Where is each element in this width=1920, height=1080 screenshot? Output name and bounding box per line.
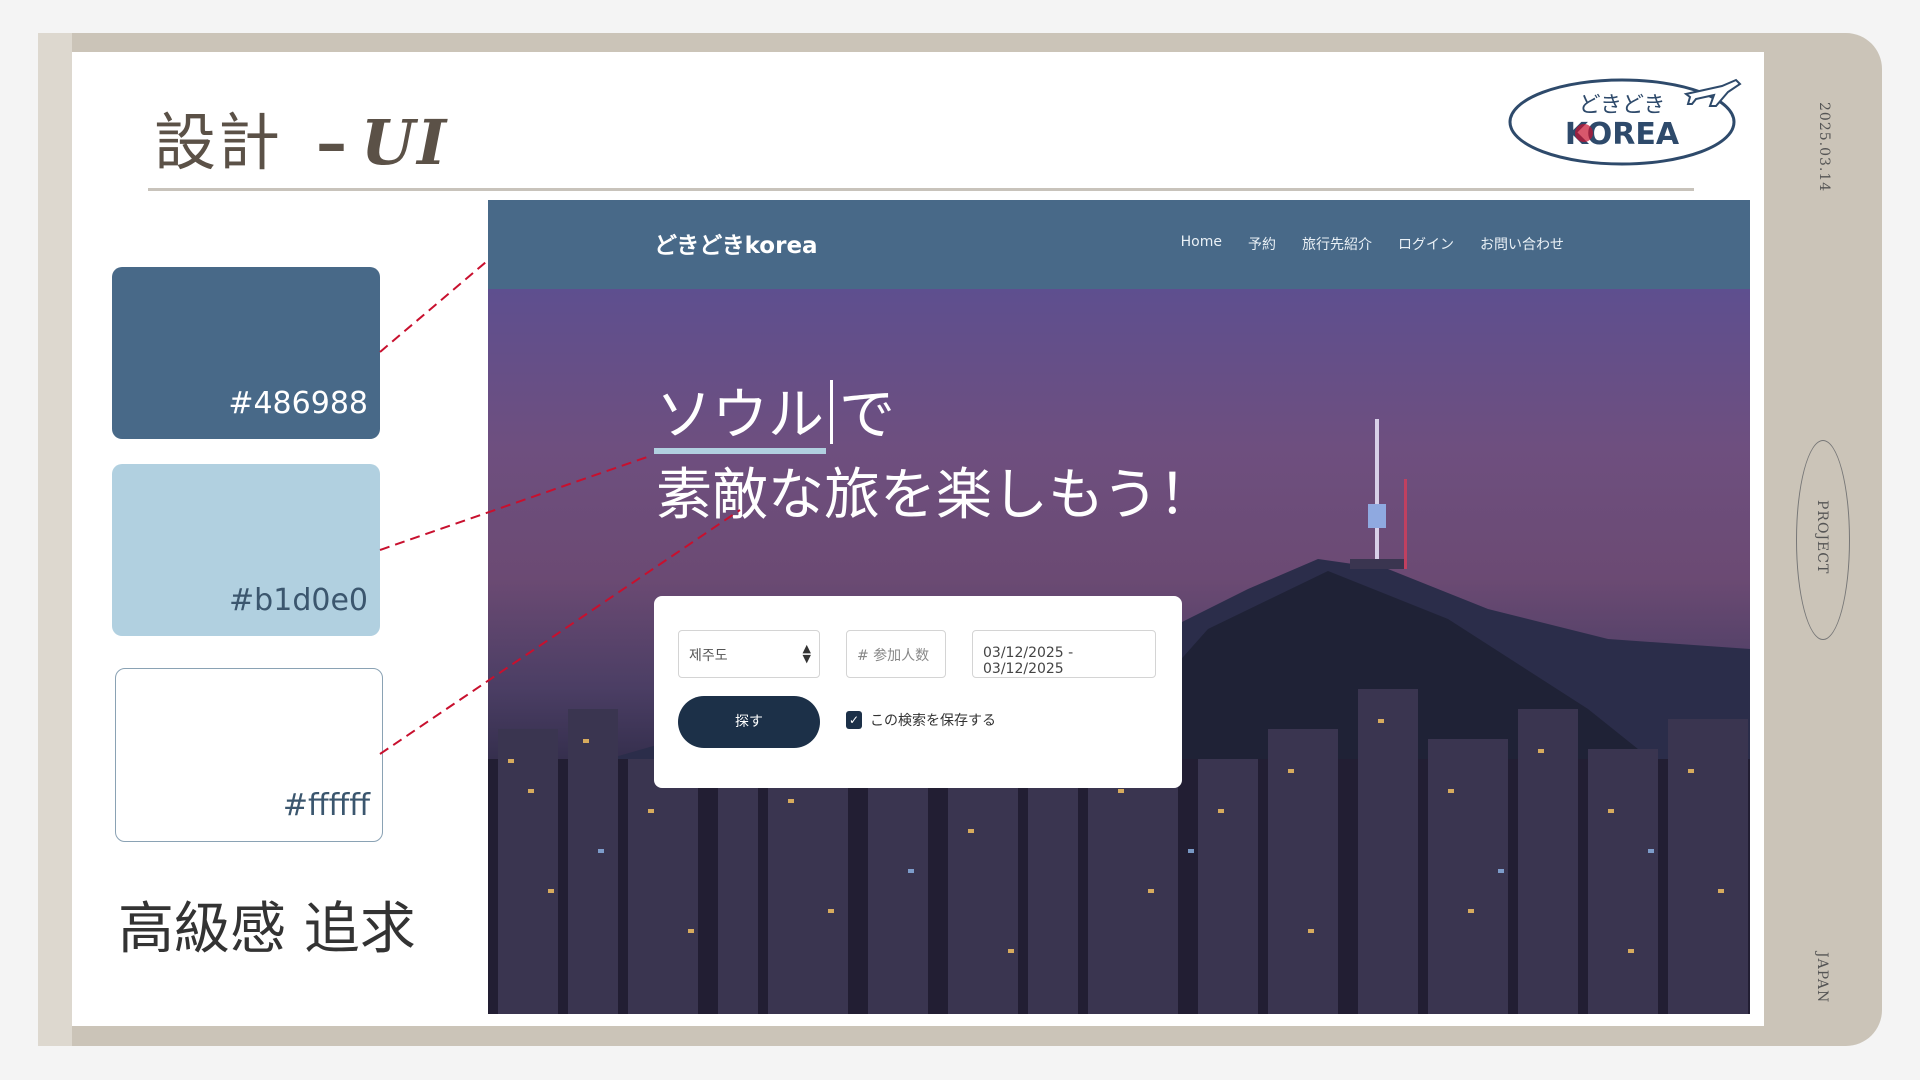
- date-range-input[interactable]: 03/12/2025 - 03/12/2025: [972, 630, 1156, 678]
- mockup-navbar: どきどきkorea Home 予約 旅行先紹介 ログイン お問い合わせ: [488, 200, 1750, 289]
- nav-home[interactable]: Home: [1181, 234, 1222, 254]
- save-search-label[interactable]: この検索を保存する: [870, 710, 996, 730]
- nav-contact[interactable]: お問い合わせ: [1480, 234, 1564, 254]
- nav-destinations[interactable]: 旅行先紹介: [1302, 234, 1372, 254]
- slide-date: 2025.03.14: [1816, 102, 1832, 193]
- title-main: 設計: [154, 106, 283, 179]
- search-card: 제주도 ▲ ▼ # 参加人数 03/12/2025 - 03/12/2025 探す…: [654, 596, 1182, 788]
- nav-reservation[interactable]: 予約: [1248, 234, 1276, 254]
- people-input[interactable]: # 参加人数: [846, 630, 946, 678]
- website-mockup: どきどきkorea Home 予約 旅行先紹介 ログイン お問い合わせ ソウル …: [488, 200, 1750, 1014]
- region-value: 제주도: [689, 648, 728, 664]
- swatch-primary: #486988: [112, 267, 380, 439]
- swatch-label: #ffffff: [282, 788, 370, 823]
- hero-heading: ソウルで 素敵な旅を楽しもう！: [656, 376, 1214, 536]
- typing-caret: [830, 380, 833, 444]
- title-suffix: UI: [361, 106, 449, 179]
- select-arrows-icon: ▲ ▼: [802, 642, 811, 665]
- swatch-secondary: #b1d0e0: [112, 464, 380, 636]
- frame-left-strip: [38, 33, 72, 1046]
- search-button[interactable]: 探す: [678, 696, 820, 748]
- mockup-brand[interactable]: どきどきkorea: [654, 226, 818, 260]
- hero-line2: 素敵な旅を楽しもう！: [656, 463, 1215, 528]
- side-project-label: PROJECT: [1814, 500, 1830, 575]
- swatch-white: #ffffff: [115, 668, 383, 842]
- airplane-icon: [1683, 78, 1742, 107]
- tagline: 高級感 追求: [118, 897, 416, 962]
- region-select[interactable]: 제주도 ▲ ▼: [678, 630, 820, 678]
- save-search-checkbox[interactable]: ✓: [846, 711, 862, 729]
- slide-title: 設計 – UI: [154, 92, 448, 179]
- hero-line1-tail: で: [839, 383, 895, 448]
- side-japan-label: JAPAN: [1814, 952, 1830, 1004]
- swatch-label: #486988: [228, 386, 368, 421]
- title-divider: [148, 188, 1694, 191]
- title-dash: –: [316, 106, 350, 179]
- swatch-label: #b1d0e0: [229, 583, 368, 618]
- hero-highlight-word: ソウル: [656, 383, 824, 448]
- dokidoki-korea-logo: どきどき KOREA: [1508, 78, 1742, 166]
- logo-line1: どきどき: [1579, 93, 1666, 118]
- nav-login[interactable]: ログイン: [1398, 234, 1454, 254]
- mockup-nav-links: Home 予約 旅行先紹介 ログイン お問い合わせ: [1181, 234, 1564, 254]
